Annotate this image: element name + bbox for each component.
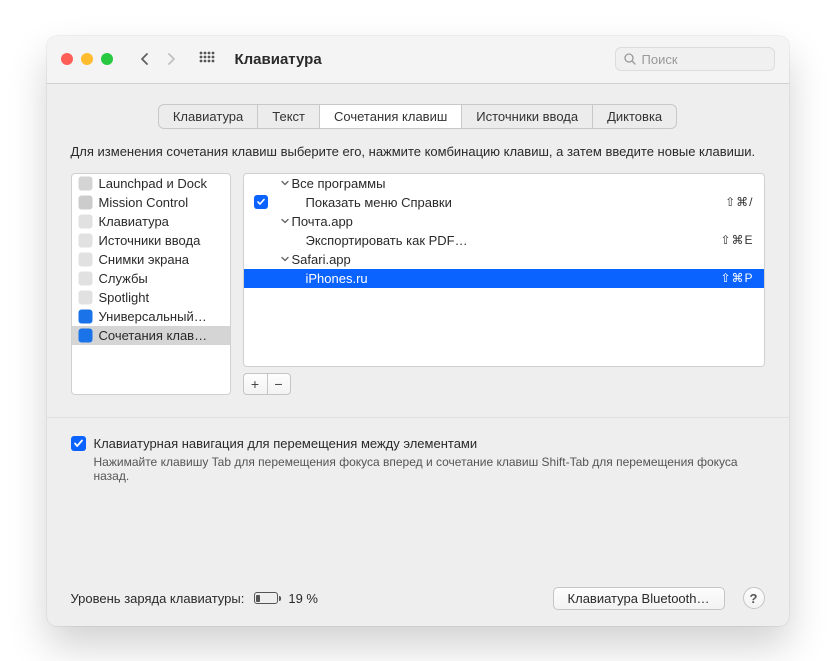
back-button[interactable] — [133, 47, 157, 71]
tree-group[interactable]: Safari.app — [244, 250, 764, 269]
accessibility-icon — [78, 309, 93, 324]
item-checkbox[interactable] — [254, 195, 268, 209]
tree-item[interactable]: iPhones.ru⇧⌘P — [244, 269, 764, 288]
search-icon — [624, 53, 636, 65]
row-label: Все программы — [292, 176, 754, 191]
bluetooth-keyboard-button[interactable]: Клавиатура Bluetooth… — [553, 587, 725, 610]
shortcut-tree[interactable]: Все программы Показать меню Справки⇧⌘/ Поч… — [243, 173, 765, 367]
input-icon — [78, 233, 93, 248]
tab-3[interactable]: Источники ввода — [462, 105, 593, 128]
chevron-down-icon — [278, 255, 292, 263]
category-label: Клавиатура — [99, 214, 169, 229]
category-item[interactable]: Источники ввода — [72, 231, 230, 250]
launchpad-icon — [78, 176, 93, 191]
tabs-row: КлавиатураТекстСочетания клавишИсточники… — [47, 84, 789, 143]
content-area: Для изменения сочетания клавиш выберите … — [47, 143, 789, 626]
tab-bar: КлавиатураТекстСочетания клавишИсточники… — [158, 104, 677, 129]
tab-4[interactable]: Диктовка — [593, 105, 676, 128]
add-remove-buttons: + − — [243, 373, 765, 395]
preferences-window: Клавиатура Поиск КлавиатураТекстСочетани… — [47, 36, 789, 626]
row-label: Экспортировать как PDF… — [306, 233, 713, 248]
nav-buttons — [133, 47, 219, 71]
category-label: Источники ввода — [99, 233, 201, 248]
screenshot-icon — [78, 252, 93, 267]
category-label: Снимки экрана — [99, 252, 190, 267]
category-label: Spotlight — [99, 290, 150, 305]
tree-item[interactable]: Экспортировать как PDF…⇧⌘E — [244, 231, 764, 250]
category-item[interactable]: Spotlight — [72, 288, 230, 307]
traffic-lights — [61, 53, 113, 65]
shortcut-text: ⇧⌘P — [712, 271, 753, 285]
keyboard-nav-hint: Нажимайте клавишу Tab для перемещения фо… — [71, 455, 765, 483]
category-item[interactable]: Launchpad и Dock — [72, 174, 230, 193]
tree-group[interactable]: Все программы — [244, 174, 764, 193]
search-field[interactable]: Поиск — [615, 47, 775, 71]
search-placeholder: Поиск — [642, 52, 678, 67]
shortcut-text: ⇧⌘/ — [717, 195, 753, 209]
category-item[interactable]: Службы — [72, 269, 230, 288]
shortcut-text: ⇧⌘E — [712, 233, 753, 247]
keyboard-nav-label: Клавиатурная навигация для перемещения м… — [94, 436, 478, 451]
chevron-down-icon — [278, 217, 292, 225]
footer: Уровень заряда клавиатуры: 19 % Клавиату… — [71, 565, 765, 610]
add-button[interactable]: + — [243, 373, 267, 395]
appshortcuts-icon — [78, 328, 93, 343]
category-item[interactable]: Универсальный… — [72, 307, 230, 326]
category-item[interactable]: Клавиатура — [72, 212, 230, 231]
row-label: Почта.app — [292, 214, 754, 229]
show-all-button[interactable] — [195, 47, 219, 71]
row-label: Показать меню Справки — [306, 195, 718, 210]
chevron-down-icon — [278, 179, 292, 187]
category-item[interactable]: Mission Control — [72, 193, 230, 212]
tree-item[interactable]: Показать меню Справки⇧⌘/ — [244, 193, 764, 212]
forward-button[interactable] — [159, 47, 183, 71]
row-label: iPhones.ru — [306, 271, 713, 286]
row-label: Safari.app — [292, 252, 754, 267]
keyboard-navigation-section: Клавиатурная навигация для перемещения м… — [71, 436, 765, 483]
window-title: Клавиатура — [235, 51, 322, 68]
remove-button[interactable]: − — [267, 373, 291, 395]
category-label: Launchpad и Dock — [99, 176, 207, 191]
titlebar: Клавиатура Поиск — [47, 36, 789, 84]
tree-group[interactable]: Почта.app — [244, 212, 764, 231]
mission-icon — [78, 195, 93, 210]
category-item[interactable]: Снимки экрана — [72, 250, 230, 269]
category-list[interactable]: Launchpad и Dock Mission Control Клавиатур… — [71, 173, 231, 395]
zoom-button[interactable] — [101, 53, 113, 65]
tab-2[interactable]: Сочетания клавиш — [320, 105, 462, 128]
shortcut-editor: Launchpad и Dock Mission Control Клавиатур… — [71, 173, 765, 395]
instructions-text: Для изменения сочетания клавиш выберите … — [71, 143, 765, 161]
battery-icon — [254, 592, 278, 604]
divider — [47, 417, 789, 418]
tab-1[interactable]: Текст — [258, 105, 320, 128]
keyboard-icon — [78, 214, 93, 229]
battery-label: Уровень заряда клавиатуры: — [71, 591, 245, 606]
services-icon — [78, 271, 93, 286]
category-label: Универсальный… — [99, 309, 207, 324]
minimize-button[interactable] — [81, 53, 93, 65]
category-label: Сочетания клав… — [99, 328, 208, 343]
close-button[interactable] — [61, 53, 73, 65]
category-label: Mission Control — [99, 195, 189, 210]
help-button[interactable]: ? — [743, 587, 765, 609]
keyboard-nav-checkbox[interactable] — [71, 436, 86, 451]
category-label: Службы — [99, 271, 148, 286]
category-item[interactable]: Сочетания клав… — [72, 326, 230, 345]
spotlight-icon — [78, 290, 93, 305]
battery-percent: 19 % — [288, 591, 318, 606]
tab-0[interactable]: Клавиатура — [159, 105, 258, 128]
